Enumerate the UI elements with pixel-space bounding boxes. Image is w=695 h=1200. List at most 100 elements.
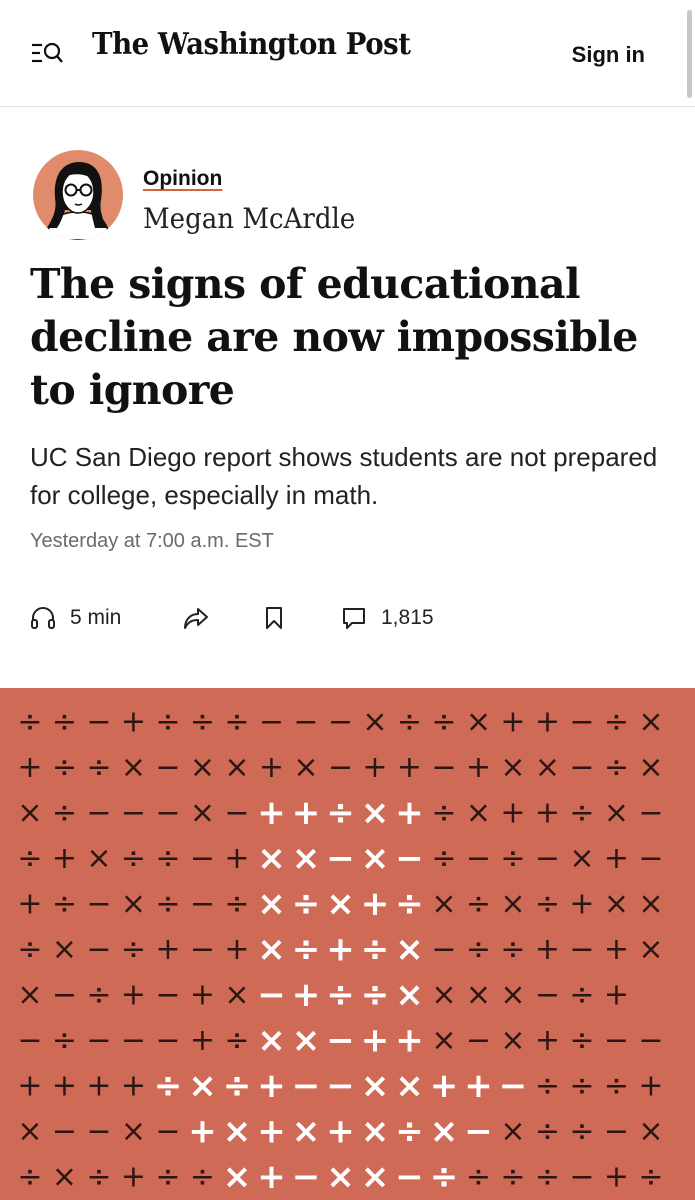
plus-symbol: + (257, 1157, 286, 1197)
divide-symbol: ÷ (52, 1023, 77, 1058)
plus-symbol: + (257, 793, 286, 833)
opinion-section-link[interactable]: Opinion (143, 167, 222, 191)
minus-symbol: − (190, 841, 215, 876)
scrollbar[interactable] (687, 10, 692, 98)
times-symbol: × (190, 750, 215, 785)
minus-symbol: − (464, 1112, 493, 1152)
divide-symbol: ÷ (155, 841, 180, 876)
times-symbol: × (430, 1112, 459, 1152)
divide-symbol: ÷ (224, 705, 249, 740)
times-symbol: × (466, 705, 491, 740)
minus-symbol: − (292, 1066, 321, 1106)
times-symbol: × (223, 1112, 252, 1152)
times-symbol: × (638, 1114, 663, 1149)
minus-symbol: − (155, 1114, 180, 1149)
plus-symbol: + (121, 1069, 146, 1104)
minus-symbol: − (293, 705, 318, 740)
divide-symbol: ÷ (224, 887, 249, 922)
times-symbol: × (292, 1112, 321, 1152)
divide-symbol: ÷ (430, 1157, 459, 1197)
save-bookmark-button[interactable] (263, 598, 285, 638)
plus-symbol: + (326, 930, 355, 970)
share-button[interactable] (182, 598, 210, 638)
headphones-icon (31, 607, 55, 629)
plus-symbol: + (86, 1069, 111, 1104)
plus-symbol: + (121, 1160, 146, 1195)
divide-symbol: ÷ (604, 750, 629, 785)
divide-symbol: ÷ (431, 841, 456, 876)
divide-symbol: ÷ (569, 978, 594, 1013)
minus-symbol: − (395, 1157, 424, 1197)
plus-symbol: + (638, 1069, 663, 1104)
plus-symbol: + (395, 793, 424, 833)
washington-post-logo[interactable]: The Washington Post (92, 27, 411, 62)
minus-symbol: − (86, 932, 111, 967)
divide-symbol: ÷ (52, 750, 77, 785)
minus-symbol: − (535, 978, 560, 1013)
times-symbol: × (500, 887, 525, 922)
plus-symbol: + (121, 705, 146, 740)
publish-timestamp: Yesterday at 7:00 a.m. EST (30, 530, 274, 552)
divide-symbol: ÷ (292, 930, 321, 970)
times-symbol: × (431, 1023, 456, 1058)
author-portrait-icon (33, 150, 123, 240)
times-symbol: × (395, 1066, 424, 1106)
divide-symbol: ÷ (155, 887, 180, 922)
divide-symbol: ÷ (500, 841, 525, 876)
divide-symbol: ÷ (17, 932, 42, 967)
plus-symbol: + (604, 978, 629, 1013)
minus-symbol: − (499, 1066, 528, 1106)
times-symbol: × (361, 1157, 390, 1197)
times-symbol: × (17, 978, 42, 1013)
minus-symbol: − (259, 705, 284, 740)
plus-symbol: + (224, 932, 249, 967)
divide-symbol: ÷ (395, 1112, 424, 1152)
times-symbol: × (466, 978, 491, 1013)
divide-symbol: ÷ (121, 932, 146, 967)
article-actions-bar: 5 min 1,815 (30, 598, 670, 638)
divide-symbol: ÷ (121, 841, 146, 876)
plus-symbol: + (535, 932, 560, 967)
listen-button[interactable]: 5 min (30, 598, 121, 638)
math-symbols-illustration: ÷ ÷ − + ÷ ÷ ÷ − − − × ÷ ÷ × + + − ÷ ×+ ÷ ÷ × − × × + × − + + − + × × − ÷ ×× ÷… (17, 705, 663, 1198)
plus-symbol: + (259, 750, 284, 785)
times-symbol: × (638, 705, 663, 740)
plus-symbol: + (500, 705, 525, 740)
times-symbol: × (638, 750, 663, 785)
minus-symbol: − (17, 1023, 42, 1058)
minus-symbol: − (326, 1021, 355, 1061)
times-symbol: × (257, 884, 286, 924)
minus-symbol: − (326, 839, 355, 879)
divide-symbol: ÷ (569, 1023, 594, 1058)
divide-symbol: ÷ (466, 887, 491, 922)
minus-symbol: − (328, 705, 353, 740)
author-name[interactable]: Megan McArdle (143, 202, 355, 235)
minus-symbol: − (224, 796, 249, 831)
minus-symbol: − (638, 796, 663, 831)
author-avatar[interactable] (33, 150, 123, 240)
divide-symbol: ÷ (431, 796, 456, 831)
divide-symbol: ÷ (500, 932, 525, 967)
minus-symbol: − (569, 750, 594, 785)
times-symbol: × (431, 887, 456, 922)
minus-symbol: − (431, 750, 456, 785)
times-symbol: × (500, 750, 525, 785)
times-symbol: × (121, 1114, 146, 1149)
divide-symbol: ÷ (431, 705, 456, 740)
divide-symbol: ÷ (466, 1160, 491, 1195)
menu-search-icon[interactable] (30, 40, 64, 68)
plus-symbol: + (535, 796, 560, 831)
comments-button[interactable]: 1,815 (341, 598, 434, 638)
divide-symbol: ÷ (17, 1160, 42, 1195)
minus-symbol: − (569, 1160, 594, 1195)
plus-symbol: + (188, 1112, 217, 1152)
divide-symbol: ÷ (17, 705, 42, 740)
minus-symbol: − (155, 750, 180, 785)
sign-in-button[interactable]: Sign in (572, 42, 645, 68)
plus-symbol: + (569, 887, 594, 922)
divide-symbol: ÷ (154, 1066, 183, 1106)
plus-symbol: + (430, 1066, 459, 1106)
times-symbol: × (604, 887, 629, 922)
plus-symbol: + (190, 978, 215, 1013)
divide-symbol: ÷ (361, 930, 390, 970)
